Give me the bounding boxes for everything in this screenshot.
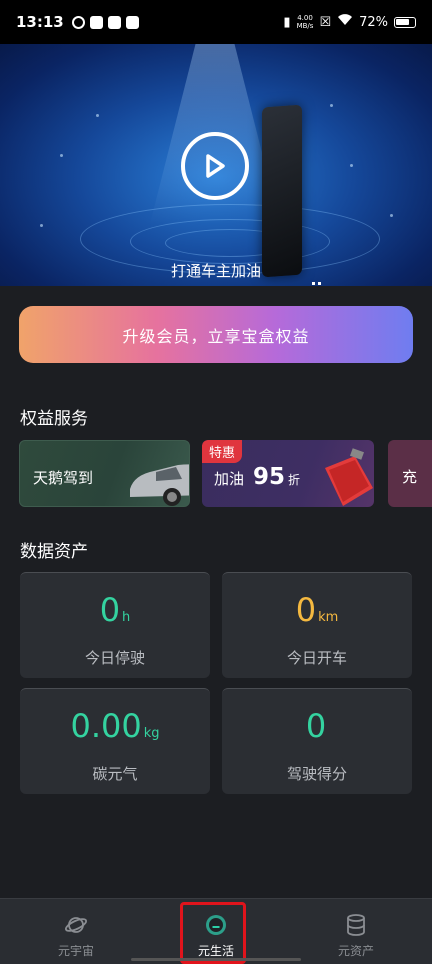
wifi-icon (337, 14, 353, 30)
status-time: 13:13 (16, 13, 64, 31)
banner-indicator (312, 282, 322, 286)
net-speed-value: 4.00 (297, 14, 313, 22)
notification-app-icon (71, 15, 85, 29)
data-unit: kg (143, 726, 160, 741)
planet-icon (64, 917, 88, 933)
status-bar: 13:13 ▮ 4.00 MB/s ☒ 72% (0, 0, 432, 44)
particle (350, 164, 353, 167)
promo-banner[interactable]: 打通车主加油 (0, 44, 432, 286)
battery-icon (394, 16, 416, 28)
data-unit: h (122, 610, 131, 625)
battery-percent: 72% (359, 14, 388, 30)
net-speed-unit: MB/s (296, 22, 314, 30)
particle (40, 224, 43, 227)
data-number: 0 (99, 591, 121, 629)
play-icon (206, 154, 225, 178)
benefit-card-swan[interactable]: 天鹅驾到 (19, 440, 190, 507)
particle (96, 114, 99, 117)
mail-icon (89, 15, 103, 29)
database-icon (347, 914, 365, 936)
nav-item-assets[interactable]: 元资产 (284, 899, 428, 964)
upgrade-membership-button[interactable]: 升级会员，立享宝盒权益 (19, 306, 413, 363)
phone-graphic (262, 104, 302, 278)
store-app-icon (125, 15, 139, 29)
data-value: 0.00 kg (20, 707, 210, 745)
benefit-card-charge[interactable]: 充 (388, 440, 432, 507)
notification-icons (71, 15, 139, 29)
vibrate-icon: ▮ (283, 14, 291, 30)
data-value: 0 km (222, 591, 412, 629)
data-label: 驾驶得分 (286, 765, 347, 783)
data-label: 今日停驶 (84, 649, 145, 667)
fuel-discount-number: 95 (253, 464, 286, 490)
play-button[interactable] (181, 132, 249, 200)
data-unit: km (318, 610, 339, 625)
nav-label: 元资产 (337, 944, 374, 958)
data-card-driving-today[interactable]: 0 km 今日开车 (222, 572, 412, 678)
data-assets-section-title: 数据资产 (20, 542, 88, 562)
play-app-icon (107, 15, 121, 29)
data-value: 0 (222, 707, 412, 745)
data-label: 碳元气 (92, 765, 138, 783)
data-number: 0 (295, 591, 317, 629)
particle (390, 214, 393, 217)
data-number: 0.00 (70, 707, 142, 745)
data-card-parking-today[interactable]: 0h 今日停驶 (20, 572, 210, 678)
car-icon (130, 464, 189, 506)
status-right: ▮ 4.00 MB/s ☒ 72% (283, 14, 416, 30)
data-number: 0 (305, 707, 327, 745)
fuel-label: 加油 (214, 470, 245, 488)
data-card-carbon[interactable]: 0.00 kg 碳元气 (20, 688, 210, 794)
net-speed: 4.00 MB/s (297, 14, 314, 30)
fuel-discount-unit: 折 (288, 473, 301, 487)
data-label: 今日开车 (286, 649, 347, 667)
banner-caption: 打通车主加油 (170, 262, 261, 280)
data-value: 0h (20, 591, 210, 629)
benefit-card-label: 充 (402, 468, 418, 486)
benefits-carousel[interactable]: 天鹅驾到 特惠 加油 95 折 充 (19, 440, 432, 507)
home-indicator[interactable] (131, 958, 301, 961)
benefits-section-title: 权益服务 (20, 409, 88, 429)
benefit-card-label: 天鹅驾到 (33, 469, 94, 487)
special-offer-badge: 特惠 (202, 440, 243, 463)
data-card-driving-score[interactable]: 0 驾驶得分 (222, 688, 412, 794)
benefit-card-fuel[interactable]: 特惠 加油 95 折 (202, 440, 374, 507)
nav-item-metaverse[interactable]: 元宇宙 (4, 899, 148, 964)
particle (60, 154, 63, 157)
fuel-canister-icon (325, 448, 373, 506)
nav-label: 元宇宙 (57, 944, 94, 958)
fuel-discount: 加油 95 折 (214, 464, 300, 490)
active-tab-highlight-box (180, 902, 246, 964)
sim-icon: ☒ (319, 14, 332, 30)
particle (330, 104, 333, 107)
